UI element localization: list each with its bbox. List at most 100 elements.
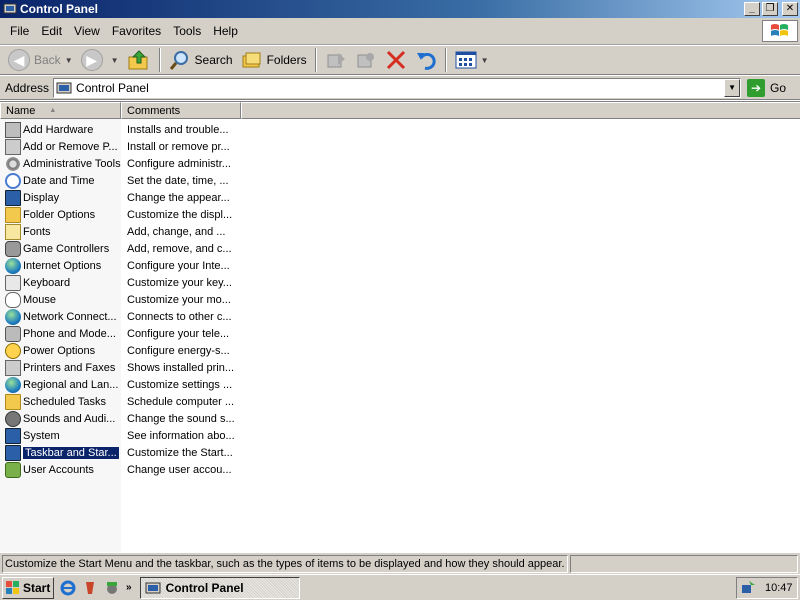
phone-icon <box>5 325 21 342</box>
list-item[interactable]: Printers and Faxes Shows installed prin..… <box>0 359 235 376</box>
close-button[interactable]: ✕ <box>782 2 798 16</box>
item-comment: Configure energy-s... <box>127 344 230 357</box>
list-item[interactable]: Game Controllers Add, remove, and c... <box>0 240 235 257</box>
up-folder-icon <box>128 50 148 70</box>
address-input[interactable]: Control Panel ▼ <box>53 77 742 98</box>
delete-button[interactable] <box>381 47 411 73</box>
item-name-cell[interactable]: System <box>0 427 121 444</box>
restore-button[interactable]: ❐ <box>762 2 778 16</box>
go-label: Go <box>770 80 787 95</box>
column-header-name[interactable]: Name ▲ <box>0 102 121 119</box>
item-name-cell[interactable]: Game Controllers <box>0 240 121 257</box>
item-name: Date and Time <box>23 174 95 187</box>
up-folder-button[interactable] <box>123 47 155 73</box>
list-item[interactable]: Power Options Configure energy-s... <box>0 342 235 359</box>
item-name-cell[interactable]: Taskbar and Star... <box>0 444 121 461</box>
keyboard-icon <box>5 274 21 291</box>
go-arrow-icon: ➔ <box>747 78 766 97</box>
item-name-cell[interactable]: Administrative Tools <box>0 155 121 172</box>
file-list-view[interactable]: Name ▲ Comments Add Hardware Installs and… <box>0 101 800 553</box>
item-name: Folder Options <box>23 208 96 221</box>
move-to-icon <box>327 53 345 68</box>
start-button[interactable]: Start <box>2 576 54 599</box>
item-name-cell[interactable]: Keyboard <box>0 274 121 291</box>
list-item[interactable]: Add or Remove P... Install or remove pr..… <box>0 138 235 155</box>
copy-to-button[interactable] <box>351 47 381 73</box>
column-header-comments[interactable]: Comments <box>121 102 241 119</box>
item-name: Add Hardware <box>23 123 94 136</box>
list-item[interactable]: User Accounts Change user accou... <box>0 461 235 478</box>
go-button[interactable]: ➔ Go <box>747 78 787 97</box>
item-name-cell[interactable]: Internet Options <box>0 257 121 274</box>
item-name-cell[interactable]: Regional and Lan... <box>0 376 121 393</box>
menu-favorites[interactable]: Favorites <box>106 22 167 40</box>
item-comment: Customize your key... <box>127 276 232 289</box>
list-item[interactable]: Administrative Tools Configure administr.… <box>0 155 235 172</box>
item-comment: Change the appear... <box>127 191 230 204</box>
item-name-cell[interactable]: User Accounts <box>0 461 121 478</box>
list-item[interactable]: Add Hardware Installs and trouble... <box>0 121 235 138</box>
item-name-cell[interactable]: Phone and Mode... <box>0 325 121 342</box>
list-item[interactable]: Network Connect... Connects to other c... <box>0 308 235 325</box>
item-name-cell[interactable]: Printers and Faxes <box>0 359 121 376</box>
list-item[interactable]: Mouse Customize your mo... <box>0 291 235 308</box>
item-comment: See information abo... <box>127 429 235 442</box>
list-item[interactable]: Taskbar and Star... Customize the Start..… <box>0 444 235 461</box>
list-item[interactable]: Phone and Mode... Configure your tele... <box>0 325 235 342</box>
item-name: Keyboard <box>23 276 71 289</box>
list-item[interactable]: Sounds and Audi... Change the sound s... <box>0 410 235 427</box>
search-button[interactable]: Search <box>165 47 237 73</box>
list-item[interactable]: System See information abo... <box>0 427 235 444</box>
item-name-cell[interactable]: Date and Time <box>0 172 121 189</box>
clock[interactable]: 10:47 <box>765 582 793 594</box>
list-item[interactable]: Display Change the appear... <box>0 189 235 206</box>
menu-help[interactable]: Help <box>207 22 244 40</box>
item-comment: Configure your tele... <box>127 327 230 340</box>
quick-launch-more-icon[interactable]: » <box>126 582 132 593</box>
menu-edit[interactable]: Edit <box>35 22 68 40</box>
forward-dropdown-icon[interactable]: ▼ <box>111 56 119 65</box>
list-item[interactable]: Scheduled Tasks Schedule computer ... <box>0 393 235 410</box>
list-item[interactable]: Folder Options Customize the displ... <box>0 206 235 223</box>
list-item[interactable]: Regional and Lan... Customize settings ..… <box>0 376 235 393</box>
item-name-cell[interactable]: Add or Remove P... <box>0 138 121 155</box>
item-comment: Customize the Start... <box>127 446 233 459</box>
tray-network-icon[interactable] <box>741 579 757 598</box>
menu-tools[interactable]: Tools <box>167 22 207 40</box>
menu-file[interactable]: File <box>4 22 35 40</box>
taskbar: Start » Control Panel 10:47 <box>0 574 800 600</box>
quick-launch-app-icon[interactable] <box>104 580 120 596</box>
back-button[interactable]: ◀ Back ▼ <box>4 47 77 73</box>
item-name-cell[interactable]: Sounds and Audi... <box>0 410 121 427</box>
item-name-cell[interactable]: Mouse <box>0 291 121 308</box>
item-name: Phone and Mode... <box>23 327 116 340</box>
item-name: User Accounts <box>23 463 94 476</box>
list-item[interactable]: Fonts Add, change, and ... <box>0 223 235 240</box>
item-name-cell[interactable]: Network Connect... <box>0 308 121 325</box>
address-dropdown-icon[interactable]: ▼ <box>724 78 741 97</box>
status-bar: Customize the Start Menu and the taskbar… <box>0 552 800 574</box>
menu-view[interactable]: View <box>68 22 106 40</box>
item-name-cell[interactable]: Scheduled Tasks <box>0 393 121 410</box>
item-name-cell[interactable]: Display <box>0 189 121 206</box>
list-item[interactable]: Keyboard Customize your key... <box>0 274 235 291</box>
folders-button[interactable]: Folders <box>237 47 311 73</box>
item-name-cell[interactable]: Folder Options <box>0 206 121 223</box>
item-comment: Add, remove, and c... <box>127 242 232 255</box>
item-name-cell[interactable]: Fonts <box>0 223 121 240</box>
media-player-icon[interactable] <box>82 580 98 596</box>
item-name-cell[interactable]: Add Hardware <box>0 121 121 138</box>
forward-button[interactable]: ▶ ▼ <box>77 47 123 73</box>
list-item[interactable]: Internet Options Configure your Inte... <box>0 257 235 274</box>
taskbar-button-control-panel[interactable]: Control Panel <box>139 576 300 599</box>
views-dropdown-icon[interactable]: ▼ <box>481 56 489 65</box>
title-bar[interactable]: Control Panel _ ❐ ✕ <box>0 0 800 18</box>
undo-button[interactable] <box>411 47 441 73</box>
list-item[interactable]: Date and Time Set the date, time, ... <box>0 172 235 189</box>
internet-explorer-icon[interactable] <box>60 580 76 596</box>
move-to-button[interactable] <box>321 47 351 73</box>
views-button[interactable]: ▼ <box>451 47 493 73</box>
item-name-cell[interactable]: Power Options <box>0 342 121 359</box>
minimize-button[interactable]: _ <box>744 2 760 16</box>
back-dropdown-icon[interactable]: ▼ <box>65 56 73 65</box>
